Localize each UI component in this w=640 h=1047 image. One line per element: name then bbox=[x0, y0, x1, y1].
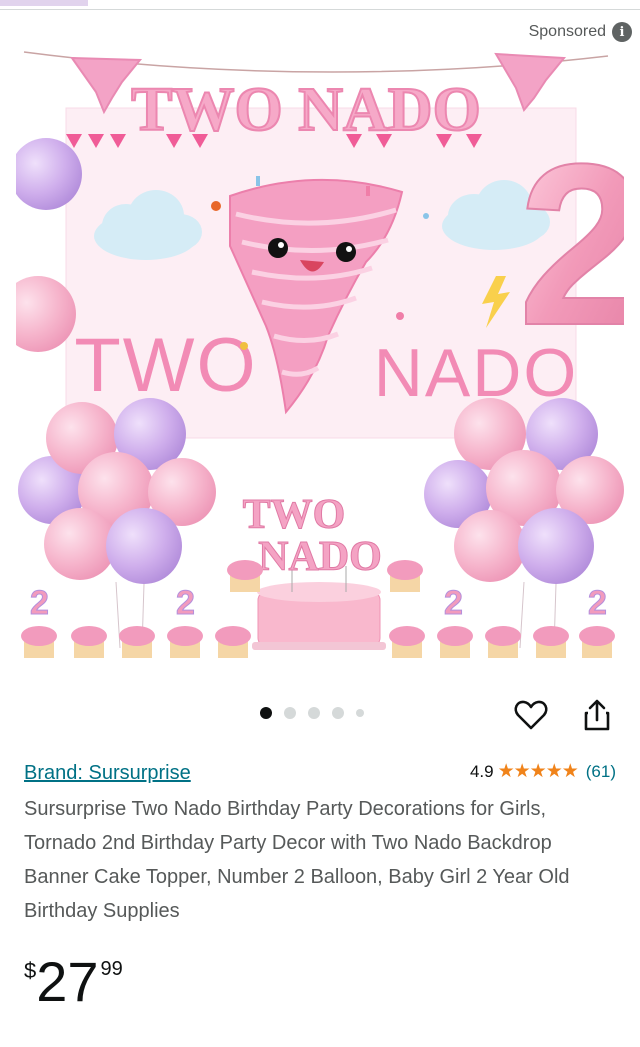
product-image[interactable]: TWO NADO TWO NADO 2 TWO NADO 2 2 2 2 bbox=[16, 46, 624, 658]
carousel-dot[interactable] bbox=[260, 707, 272, 719]
svg-text:2: 2 bbox=[176, 584, 195, 622]
previous-item-thumb bbox=[0, 0, 88, 6]
brand-link[interactable]: Brand: Sursurprise bbox=[24, 762, 191, 785]
price: $ 27 99 bbox=[24, 946, 123, 1018]
carousel-dot[interactable] bbox=[332, 707, 344, 719]
sponsored-label[interactable]: Sponsored i bbox=[529, 22, 632, 42]
svg-text:2: 2 bbox=[444, 584, 463, 622]
wishlist-button[interactable] bbox=[512, 696, 550, 734]
number-balloon: 2 bbox=[518, 116, 624, 373]
party-decorations-illustration: TWO NADO TWO NADO 2 TWO NADO 2 2 2 2 bbox=[16, 51, 624, 658]
review-count[interactable]: (61) bbox=[586, 762, 616, 782]
info-icon[interactable]: i bbox=[612, 22, 632, 42]
image-carousel-dots[interactable] bbox=[260, 707, 364, 719]
price-whole: 27 bbox=[36, 950, 99, 1013]
price-symbol: $ bbox=[24, 958, 37, 983]
carousel-dot[interactable] bbox=[308, 707, 320, 719]
carousel-dot[interactable] bbox=[284, 707, 296, 719]
sponsored-text: Sponsored bbox=[528, 23, 606, 40]
rating-summary[interactable]: 4.9 ★★★★★ (61) bbox=[470, 760, 616, 783]
svg-text:2: 2 bbox=[30, 584, 49, 622]
heart-icon bbox=[514, 700, 548, 730]
star-rating-icon: ★★★★★ bbox=[497, 761, 579, 782]
carousel-dot[interactable] bbox=[356, 709, 364, 717]
share-button[interactable] bbox=[578, 696, 616, 734]
banner-text: TWO NADO bbox=[131, 76, 481, 144]
product-title[interactable]: Sursurprise Two Nado Birthday Party Deco… bbox=[24, 792, 614, 928]
svg-text:2: 2 bbox=[588, 584, 607, 622]
rating-value: 4.9 bbox=[469, 761, 494, 781]
topper-line2: NADO bbox=[258, 534, 382, 580]
share-icon bbox=[584, 699, 610, 731]
price-fraction: 99 bbox=[100, 958, 123, 980]
top-strip bbox=[0, 0, 640, 10]
backdrop-word-left: TWO bbox=[74, 323, 257, 408]
topper-line1: TWO bbox=[243, 492, 346, 538]
